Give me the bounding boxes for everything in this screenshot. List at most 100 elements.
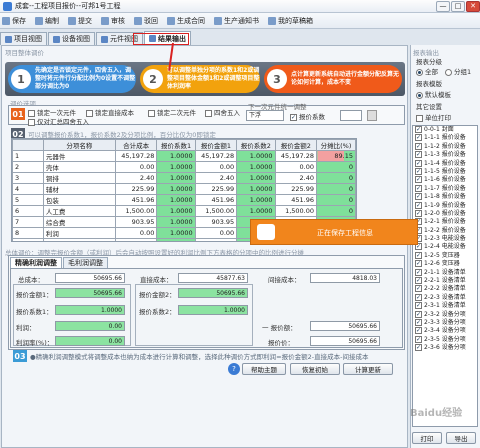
tab-device-view[interactable]: 设备视图 bbox=[48, 32, 95, 45]
default-template-option[interactable]: 默认模板 bbox=[416, 89, 451, 99]
report-tree-item[interactable]: 2-3-1 设备清单 bbox=[415, 302, 477, 310]
checkbox[interactable] bbox=[415, 134, 422, 142]
factor-option[interactable]: 报价系数 bbox=[290, 111, 325, 121]
table-cell[interactable]: 0 bbox=[316, 194, 356, 206]
checkbox[interactable] bbox=[415, 260, 422, 268]
report-tree-item[interactable]: 1-2-6 变压器 bbox=[415, 260, 477, 268]
lock-direct-cost-option[interactable]: 锁定直接成本 bbox=[86, 107, 134, 117]
table-cell[interactable]: 0 bbox=[316, 161, 356, 173]
lock-secondary-option[interactable]: 锁定二次元件 bbox=[148, 107, 196, 117]
table-cell[interactable]: 1.0000 bbox=[156, 227, 196, 239]
table-cell[interactable]: 1.0000 bbox=[156, 216, 196, 228]
table-row[interactable]: 1 元器件 45,197.28 1.0000 45,197.28 1.0000 45,197… bbox=[12, 150, 356, 162]
checkbox[interactable] bbox=[28, 118, 35, 126]
table-cell[interactable]: 0 bbox=[316, 172, 356, 184]
report-tree-item[interactable]: 1-1-3 报价设备 bbox=[415, 151, 477, 159]
report-tree-item[interactable]: 1-1-9 报价设备 bbox=[415, 201, 477, 210]
checkbox[interactable] bbox=[415, 142, 422, 150]
checkbox[interactable] bbox=[415, 201, 422, 209]
minimize-button[interactable]: — bbox=[436, 0, 450, 12]
calc-update-button[interactable]: 计算更新 bbox=[343, 363, 393, 375]
report-tree-item[interactable]: 2-3-6 设备分项 bbox=[415, 344, 477, 352]
report-tree-item[interactable]: 2-2-3 设备清单 bbox=[415, 293, 477, 302]
generate-contract-button[interactable]: 生成合同 bbox=[167, 16, 205, 26]
checkbox[interactable] bbox=[415, 209, 422, 217]
checkbox[interactable] bbox=[416, 114, 423, 122]
unit-print-option[interactable]: 单位打印 bbox=[416, 112, 451, 122]
table-cell[interactable]: 0 bbox=[316, 205, 356, 217]
checkbox[interactable] bbox=[415, 251, 422, 259]
checkbox[interactable] bbox=[415, 159, 422, 167]
profit-input[interactable]: 0.00 bbox=[55, 321, 125, 331]
print-button[interactable]: 打印 bbox=[412, 432, 442, 444]
table-cell[interactable]: 1.0000 bbox=[236, 161, 276, 173]
tab-gross-profit[interactable]: 毛利润调整 bbox=[63, 257, 108, 268]
report-tree-item[interactable]: 1-1-4 报价设备 bbox=[415, 159, 477, 168]
checkbox[interactable] bbox=[415, 184, 422, 192]
checkbox[interactable] bbox=[415, 327, 422, 335]
help-button[interactable]: 帮助主题 bbox=[242, 363, 286, 375]
checkbox[interactable] bbox=[415, 268, 422, 276]
checkbox[interactable] bbox=[415, 335, 422, 343]
round-option[interactable]: 四舍五入 bbox=[205, 107, 240, 117]
table-cell[interactable] bbox=[156, 238, 196, 241]
report-radio-group1[interactable]: 分组1 bbox=[445, 66, 471, 76]
checkbox[interactable] bbox=[148, 109, 155, 117]
table-cell[interactable]: 1.0000 bbox=[156, 183, 196, 195]
checkbox[interactable] bbox=[205, 109, 212, 117]
save-button[interactable]: 保存 bbox=[2, 16, 26, 26]
table-row[interactable]: 6 人工费 1,500.00 1.0000 1,500.00 1.0000 1,500.00… bbox=[12, 205, 356, 217]
reset-button[interactable]: 恢复初始 bbox=[290, 363, 340, 375]
checkbox[interactable] bbox=[415, 285, 422, 293]
table-row[interactable]: 4 辅材 225.99 1.0000 225.99 1.0000 225.99 0 bbox=[12, 183, 356, 195]
checkbox[interactable] bbox=[415, 344, 422, 352]
checkbox[interactable] bbox=[290, 113, 297, 121]
report-tree-item[interactable]: 2-2-2 设备清单 bbox=[415, 285, 477, 293]
lower-adjust-select[interactable]: 下浮 bbox=[246, 110, 284, 121]
checkbox[interactable] bbox=[415, 167, 422, 175]
export-button[interactable]: 导出 bbox=[446, 432, 476, 444]
amount1-input[interactable]: 50695.66 bbox=[55, 288, 125, 298]
checkbox[interactable] bbox=[415, 293, 422, 301]
checkbox[interactable] bbox=[415, 318, 422, 326]
table-cell[interactable]: 1.0000 bbox=[156, 161, 196, 173]
table-cell[interactable]: 0 bbox=[316, 183, 356, 195]
checkbox[interactable] bbox=[415, 176, 422, 184]
checkbox[interactable] bbox=[415, 126, 422, 133]
table-row[interactable]: 5 包装 451.96 1.0000 451.96 1.0000 451.96 0 bbox=[12, 194, 356, 206]
report-tree-item[interactable]: 1-2-2 报价设备 bbox=[415, 226, 477, 235]
table-cell[interactable]: 1.0000 bbox=[156, 205, 196, 217]
checkbox[interactable] bbox=[415, 310, 422, 318]
factor-input[interactable] bbox=[340, 110, 362, 121]
radio[interactable] bbox=[416, 68, 423, 76]
review-button[interactable]: 审核 bbox=[101, 16, 125, 26]
drafts-button[interactable]: 我的草稿箱 bbox=[268, 16, 313, 26]
report-tree-item[interactable]: 2-1-1 设备清单 bbox=[415, 268, 477, 277]
tab-project-view[interactable]: 项目视图 bbox=[0, 32, 47, 45]
production-notice-button[interactable]: 生产通知书 bbox=[214, 16, 259, 26]
checkbox[interactable] bbox=[415, 277, 422, 285]
report-tree-item[interactable]: 2-3-5 设备分项 bbox=[415, 335, 477, 344]
report-tree-item[interactable]: 1-2-4 电能设备 bbox=[415, 243, 477, 251]
radio[interactable] bbox=[416, 91, 423, 99]
report-tree-item[interactable]: 1-1-2 报价设备 bbox=[415, 142, 477, 151]
table-row[interactable]: 2 壳体 0.00 1.0000 0.00 1.0000 0.00 0 bbox=[12, 161, 356, 173]
table-cell[interactable]: 1.0000 bbox=[156, 194, 196, 206]
table-cell[interactable]: 1.0000 bbox=[236, 194, 276, 206]
radio[interactable] bbox=[445, 68, 452, 76]
factor1-input[interactable]: 1.0000 bbox=[55, 305, 125, 315]
report-radio-all[interactable]: 全部 bbox=[416, 66, 438, 76]
edit-button[interactable]: 编制 bbox=[35, 16, 59, 26]
profit-rate-input[interactable]: 0.00 bbox=[55, 336, 125, 346]
report-tree-item[interactable]: 1-1-6 报价设备 bbox=[415, 176, 477, 184]
report-tree-item[interactable]: 1-2-1 报价设备 bbox=[415, 218, 477, 226]
report-tree-item[interactable]: 1-1-1 报价设备 bbox=[415, 134, 477, 142]
table-row[interactable]: 3 铜排 2.40 1.0000 2.40 1.0000 2.40 0 bbox=[12, 172, 356, 184]
table-cell[interactable]: 1.0000 bbox=[236, 150, 276, 162]
maximize-button[interactable]: □ bbox=[451, 0, 465, 12]
close-button[interactable]: ✕ bbox=[466, 0, 480, 12]
table-cell[interactable]: 1.0000 bbox=[236, 183, 276, 195]
report-tree-item[interactable]: 2-3-2 设备分项 bbox=[415, 310, 477, 319]
checkbox[interactable] bbox=[415, 302, 422, 310]
checkbox[interactable] bbox=[415, 193, 422, 201]
